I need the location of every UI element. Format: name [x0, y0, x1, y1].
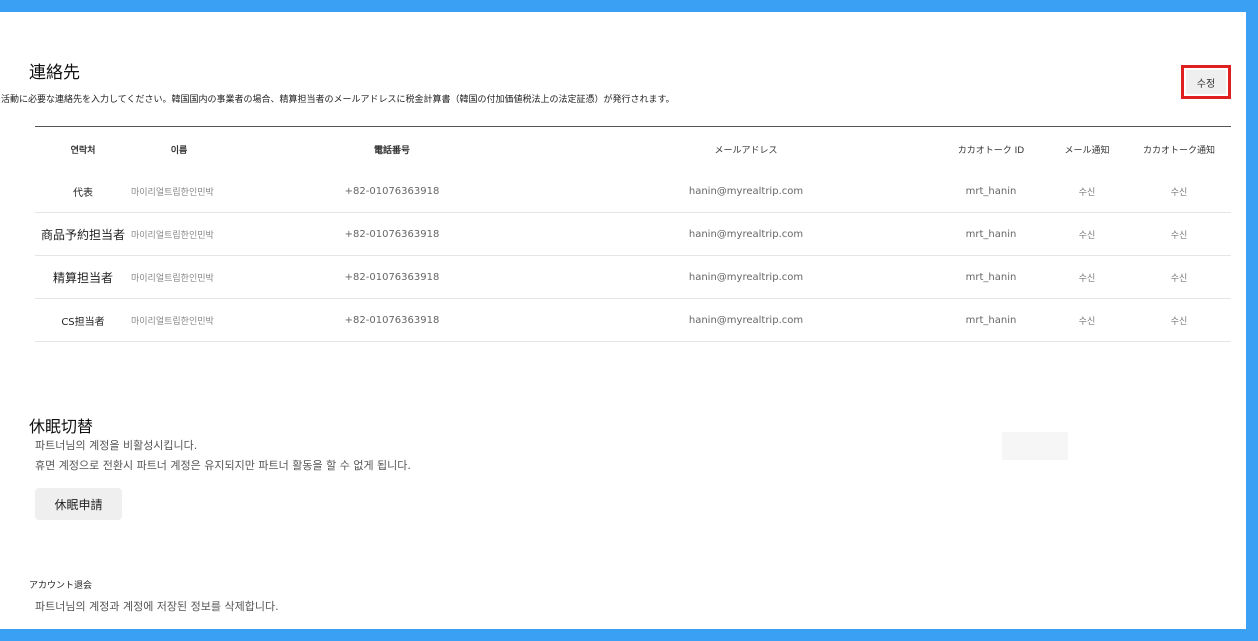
row-email: hanin@myrealtrip.com [688, 271, 804, 283]
header-kakao-id: カカオトーク ID [957, 145, 1025, 156]
row-mail-notify: 수신 [1078, 187, 1096, 198]
row-kakao-id: mrt_hanin [965, 228, 1017, 240]
edit-button[interactable]: 수정 [1186, 70, 1226, 94]
table-row: 精算担当者 마이리얼트립한인민박 +82-01076363918 hanin@m… [35, 256, 1231, 299]
row-phone: +82-01076363918 [344, 314, 440, 326]
row-phone: +82-01076363918 [344, 228, 440, 240]
row-kakao-notify: 수신 [1170, 273, 1188, 284]
row-contact-type: 精算担当者 [52, 270, 113, 285]
table-row: 商品予約担当者 마이리얼트립한인민박 +82-01076363918 hanin… [35, 213, 1231, 256]
edit-button-highlight: 수정 [1181, 65, 1231, 99]
row-email: hanin@myrealtrip.com [688, 185, 804, 197]
row-email: hanin@myrealtrip.com [688, 228, 804, 240]
row-kakao-notify: 수신 [1170, 230, 1188, 241]
header-mail-notify: メール通知 [1064, 145, 1110, 156]
table-top-border [35, 126, 1231, 127]
row-email: hanin@myrealtrip.com [688, 314, 804, 326]
row-kakao-id: mrt_hanin [965, 271, 1017, 283]
table-row: 代表 마이리얼트립한인민박 +82-01076363918 hanin@myre… [35, 170, 1231, 213]
sleep-section-title: 休眠切替 [29, 417, 94, 436]
row-kakao-notify: 수신 [1170, 316, 1188, 327]
withdraw-description: 파트너님의 계정과 계정에 저장된 정보를 삭제합니다. [35, 600, 279, 613]
row-name: 마이리얼트립한인민박 [131, 273, 214, 284]
header-kakao-notify: カカオトーク通知 [1142, 145, 1215, 156]
row-contact-type: 商品予約担当者 [40, 227, 125, 242]
blank-placeholder-box [1002, 432, 1068, 460]
header-phone: 電話番号 [373, 145, 410, 156]
row-kakao-id: mrt_hanin [965, 185, 1017, 197]
row-phone: +82-01076363918 [344, 185, 440, 197]
row-name: 마이리얼트립한인민박 [131, 316, 214, 327]
contact-section-title: 連絡先 [29, 63, 80, 83]
row-phone: +82-01076363918 [344, 271, 440, 283]
row-name: 마이리얼트립한인민박 [131, 230, 214, 241]
contact-section-description: ー活動に必要な連絡先を入力してください。韓国国内の事業者の場合、精算担当者のメー… [0, 95, 675, 105]
header-email: メールアドレス [714, 145, 778, 156]
row-mail-notify: 수신 [1078, 230, 1096, 241]
row-kakao-notify: 수신 [1170, 187, 1188, 198]
page-frame: 連絡先 ー活動に必要な連絡先を入力してください。韓国国内の事業者の場合、精算担当… [0, 12, 1246, 629]
row-contact-type: CS担当者 [61, 316, 105, 328]
row-name: 마이리얼트립한인민박 [131, 187, 214, 198]
withdraw-section-title: アカウント退会 [29, 581, 93, 591]
sleep-description-line2: 휴면 계정으로 전환시 파트너 계정은 유지되지만 파트너 활동을 할 수 없게… [35, 459, 411, 472]
sleep-description-line1: 파트너님의 계정을 비활성시킵니다. [35, 439, 198, 452]
header-name: 이름 [170, 145, 188, 156]
header-contact-type: 연락처 [70, 145, 96, 156]
row-mail-notify: 수신 [1078, 273, 1096, 284]
contact-table-header: 연락처 이름 電話番号 メールアドレス カカオトーク ID メール通知 カカオト… [35, 128, 1231, 170]
row-mail-notify: 수신 [1078, 316, 1096, 327]
row-contact-type: 代表 [73, 187, 93, 199]
sleep-apply-button[interactable]: 休眠申請 [35, 488, 122, 520]
row-kakao-id: mrt_hanin [965, 314, 1017, 326]
table-row: CS担当者 마이리얼트립한인민박 +82-01076363918 hanin@m… [35, 299, 1231, 342]
